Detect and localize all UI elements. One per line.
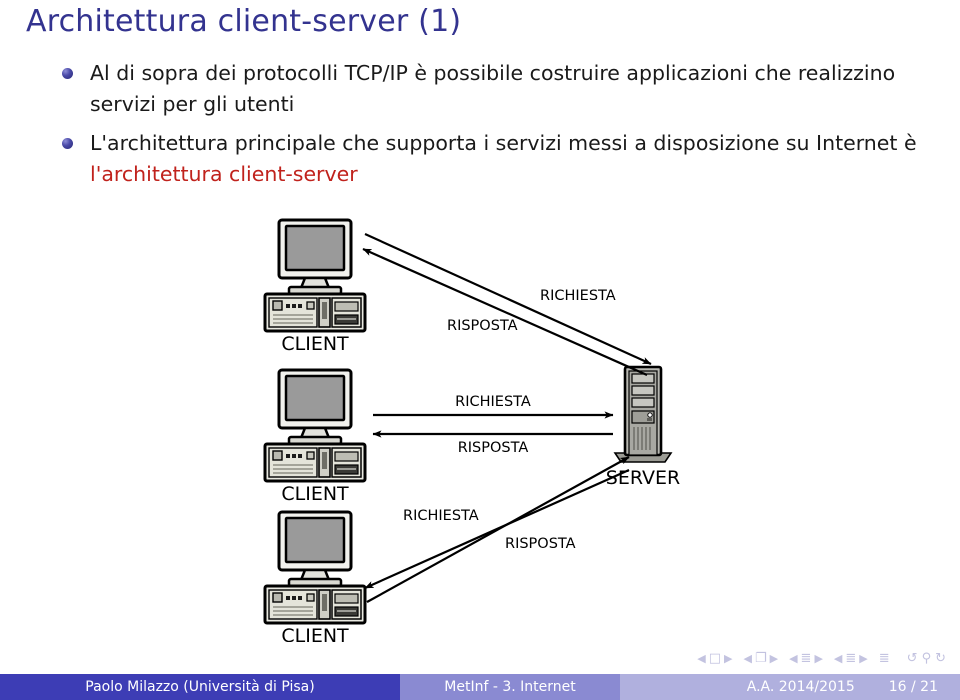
prev-slide-icon[interactable]: ◀ [697, 653, 705, 664]
forward-icon[interactable]: ↻ [935, 652, 946, 665]
nav-group-slide[interactable]: ◀ □ ▶ [697, 652, 732, 665]
page-title: Architettura client-server (1) [26, 4, 462, 39]
prev-subsection-icon[interactable]: ◀ [789, 653, 797, 664]
slide-icon[interactable]: □ [709, 652, 721, 665]
flow-label-request: RICHIESTA [540, 288, 616, 304]
section-icon[interactable]: ≣ [845, 652, 856, 665]
list-item-text: L'architettura principale che supporta i… [90, 131, 917, 155]
flow-label-response: RISPOSTA [458, 440, 529, 456]
flow-middle [372, 411, 614, 438]
frame-icon[interactable]: ❐ [755, 652, 767, 665]
flow-label-request: RICHIESTA [455, 394, 531, 410]
presentation-icon[interactable]: ≣ [879, 652, 890, 665]
footer-page-number: 16 / 21 [888, 679, 938, 695]
next-frame-icon[interactable]: ▶ [770, 653, 778, 664]
node-label: CLIENT [281, 625, 349, 642]
list-item: Al di sopra dei protocolli TCP/IP è poss… [58, 58, 953, 120]
list-item: L'architettura principale che supporta i… [58, 128, 953, 190]
nav-group-subsection[interactable]: ◀ ≣ ▶ [789, 652, 823, 665]
nav-group-presentation[interactable]: ≣ [879, 652, 890, 665]
flow-bottom [364, 456, 630, 603]
footer-academic-year: A.A. 2014/2015 [746, 679, 855, 695]
bullet-list: Al di sopra dei protocolli TCP/IP è poss… [58, 58, 953, 198]
node-client-top: CLIENT [263, 218, 367, 355]
client-server-diagram: CLIENT CLIENT CLIENT SERVER RICHIESTA RI… [255, 212, 725, 642]
bullet-dot-icon [62, 68, 73, 79]
footer-section: MetInf - 3. Internet [400, 674, 620, 700]
next-section-icon[interactable]: ▶ [859, 653, 867, 664]
flow-top [362, 232, 652, 377]
flow-label-response: RISPOSTA [447, 318, 518, 334]
list-item-text: Al di sopra dei protocolli TCP/IP è poss… [90, 61, 896, 116]
node-client-middle: CLIENT [263, 368, 367, 505]
subsection-icon[interactable]: ≣ [801, 652, 812, 665]
footer-right: A.A. 2014/2015 16 / 21 [620, 674, 960, 700]
search-icon[interactable]: ⚲ [922, 652, 932, 665]
node-label: SERVER [606, 467, 680, 489]
footer-author: Paolo Milazzo (Università di Pisa) [0, 674, 400, 700]
nav-group-section[interactable]: ◀ ≣ ▶ [834, 652, 868, 665]
node-server: SERVER [606, 365, 680, 489]
node-label: CLIENT [281, 483, 349, 505]
back-icon[interactable]: ↺ [907, 652, 918, 665]
list-item-highlight: l'architettura client-server [90, 162, 358, 186]
bullet-dot-icon [62, 138, 73, 149]
prev-frame-icon[interactable]: ◀ [743, 653, 751, 664]
flow-label-response: RISPOSTA [505, 536, 576, 552]
next-subsection-icon[interactable]: ▶ [814, 653, 822, 664]
beamer-navigation-bar[interactable]: ◀ □ ▶ ◀ ❐ ▶ ◀ ≣ ▶ ◀ ≣ ▶ ≣ ↺ ⚲ ↻ [697, 648, 946, 668]
next-slide-icon[interactable]: ▶ [724, 653, 732, 664]
slide-footer: Paolo Milazzo (Università di Pisa) MetIn… [0, 674, 960, 700]
nav-group-history[interactable]: ↺ ⚲ ↻ [907, 652, 946, 665]
node-label: CLIENT [281, 333, 349, 355]
nav-group-frame[interactable]: ◀ ❐ ▶ [743, 652, 778, 665]
node-client-bottom: CLIENT [263, 510, 367, 642]
flow-label-request: RICHIESTA [403, 508, 479, 524]
prev-section-icon[interactable]: ◀ [834, 653, 842, 664]
